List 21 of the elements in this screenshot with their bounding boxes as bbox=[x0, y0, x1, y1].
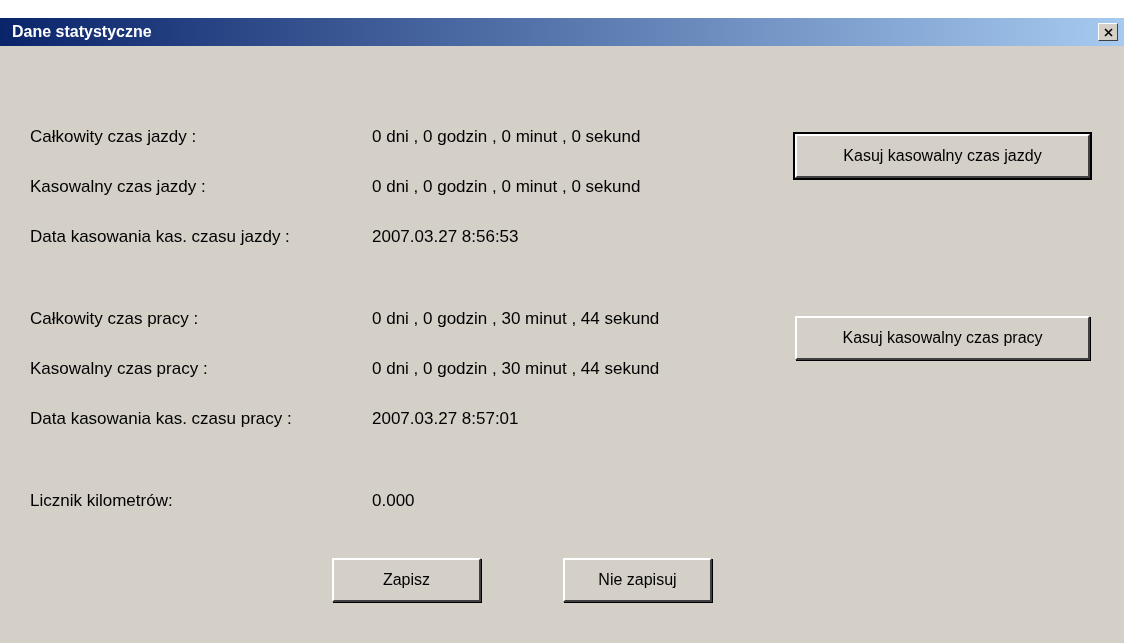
field-label: Kasowalny czas jazdy : bbox=[30, 177, 207, 197]
reset-button[interactable]: Kasuj kasowalny czas pracy bbox=[795, 316, 1090, 360]
field-value: 0 dni , 0 godzin , 0 minut , 0 sekund bbox=[372, 127, 641, 147]
field-label: Data kasowania kas. czasu pracy : bbox=[30, 409, 293, 429]
field-value: 0 dni , 0 godzin , 30 minut , 44 sekund bbox=[372, 359, 660, 379]
field-value: 0 dni , 0 godzin , 30 minut , 44 sekund bbox=[372, 309, 660, 329]
field-label: Licznik kilometrów: bbox=[30, 491, 174, 511]
field-value: 0 dni , 0 godzin , 0 minut , 0 sekund bbox=[372, 177, 641, 197]
field-value: 2007.03.27 8:56:53 bbox=[372, 227, 519, 247]
field-label: Całkowity czas pracy : bbox=[30, 309, 200, 329]
reset-button[interactable]: Kasuj kasowalny czas jazdy bbox=[795, 134, 1090, 178]
field-value: 0.000 bbox=[372, 491, 415, 511]
close-button[interactable] bbox=[1098, 23, 1118, 41]
field-label: Data kasowania kas. czasu jazdy : bbox=[30, 227, 291, 247]
field-value: 2007.03.27 8:57:01 bbox=[372, 409, 519, 429]
close-icon bbox=[1103, 27, 1113, 37]
dialog-button[interactable]: Nie zapisuj bbox=[563, 558, 712, 602]
field-label: Całkowity czas jazdy : bbox=[30, 127, 198, 147]
dialog-button[interactable]: Zapisz bbox=[332, 558, 481, 602]
field-label: Kasowalny czas pracy : bbox=[30, 359, 209, 379]
window-title: Dane statystyczne bbox=[12, 23, 152, 41]
